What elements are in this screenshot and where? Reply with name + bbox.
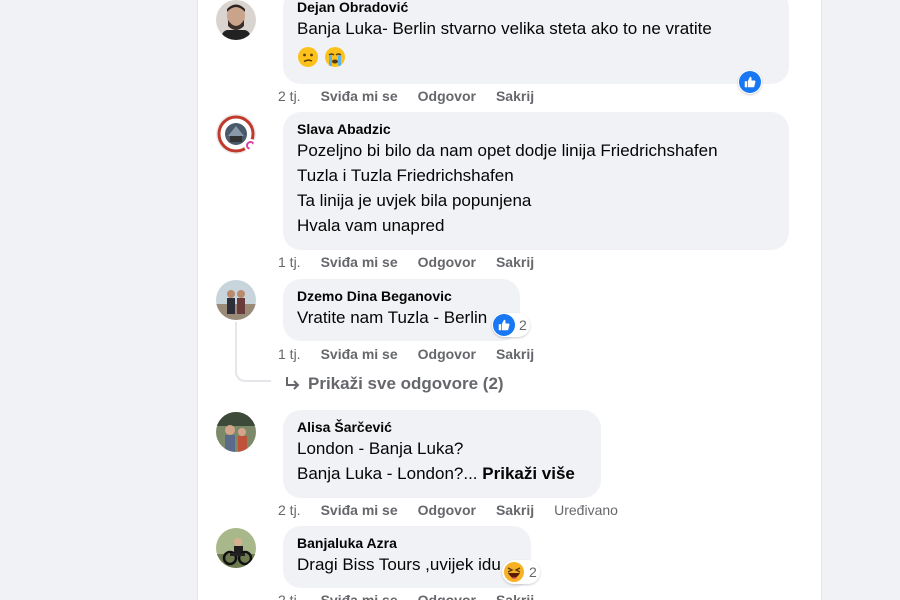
comment-author[interactable]: Slava Abadzic [297,120,775,138]
reaction-badge[interactable]: 2 [492,313,530,337]
avatar[interactable] [216,114,256,154]
comment-bubble: Dejan Obradović Banja Luka- Berlin stvar… [283,0,789,84]
comment-actions: 1 tj. Sviđa mi se Odgovor Sakrij [278,254,554,270]
comment-author[interactable]: Dejan Obradović [297,0,775,16]
comment-text-line: Hvala vam unapred [297,216,445,235]
comment-time[interactable]: 2 tj. [278,88,301,104]
like-button[interactable]: Sviđa mi se [321,88,398,104]
reaction-count: 2 [519,317,527,333]
hide-button[interactable]: Sakrij [496,88,534,104]
comment-author[interactable]: Dzemo Dina Beganovic [297,287,506,305]
edited-label[interactable]: Uređivano [554,502,618,518]
comment-actions: 2 tj. Sviđa mi se Odgovor Sakrij [278,88,554,104]
reply-button[interactable]: Odgovor [418,502,476,518]
comment-actions: 2 tj. Sviđa mi se Odgovor Sakrij [278,592,554,600]
comment-text-truncated: Banja Luka - London?... [297,464,478,483]
like-button[interactable]: Sviđa mi se [321,502,398,518]
show-more-link[interactable]: Prikaži više [482,464,575,483]
comment-actions: 2 tj. Sviđa mi se Odgovor Sakrij Uređiva… [278,502,638,518]
avatar[interactable] [216,412,256,452]
comment-bubble: Slava Abadzic Pozeljno bi bilo da nam op… [283,112,789,250]
comment-text: Banja Luka- Berlin stvarno velika steta … [297,19,712,38]
comment-text-line: Ta linija je uvjek bila popunjena [297,191,532,210]
comment-text-line: Pozeljno bi bilo da nam opet dodje linij… [297,141,718,160]
messenger-badge-icon [244,139,256,152]
comment-time[interactable]: 2 tj. [278,502,301,518]
comment-bubble: Alisa Šarčević London - Banja Luka? Banj… [283,410,601,498]
hide-button[interactable]: Sakrij [496,346,534,362]
like-button[interactable]: Sviđa mi se [321,346,398,362]
hide-button[interactable]: Sakrij [496,502,534,518]
comment-author[interactable]: Banjaluka Azra [297,534,517,552]
avatar[interactable] [216,280,256,320]
reply-thread-line [235,322,271,382]
like-button[interactable]: Sviđa mi se [321,254,398,270]
reply-button[interactable]: Odgovor [418,346,476,362]
comment-emojis [297,43,775,68]
avatar[interactable] [216,0,256,40]
comment-bubble: Dzemo Dina Beganovic Vratite nam Tuzla -… [283,279,520,341]
hide-button[interactable]: Sakrij [496,592,534,600]
reply-button[interactable]: Odgovor [418,88,476,104]
reaction-badge[interactable]: 2 [502,560,540,584]
comment-text-line: Banja Luka - London?... Prikaži više [297,461,587,486]
view-replies-button[interactable]: Prikaži sve odgovore (2) [284,374,504,394]
comment-text-line: London - Banja Luka? [297,439,464,458]
view-replies-label: Prikaži sve odgovore (2) [308,374,504,393]
comment-text: Dragi Biss Tours ,uvijek idu [297,555,501,574]
comment-text: Vratite nam Tuzla - Berlin [297,308,488,327]
crying-face-icon [324,46,345,67]
comment-bubble: Banjaluka Azra Dragi Biss Tours ,uvijek … [283,526,531,588]
comments-panel: Dejan Obradović Banja Luka- Berlin stvar… [197,0,822,600]
haha-icon [503,561,525,583]
like-button[interactable]: Sviđa mi se [321,592,398,600]
comment-time[interactable]: 1 tj. [278,254,301,270]
like-icon [493,314,515,336]
comment-time[interactable]: 2 tj. [278,592,301,600]
avatar[interactable] [216,528,256,568]
hide-button[interactable]: Sakrij [496,254,534,270]
reply-button[interactable]: Odgovor [418,254,476,270]
comment-text-line: Tuzla i Tuzla Friedrichshafen [297,166,514,185]
reply-arrow-icon [286,377,300,390]
like-icon [739,71,761,93]
comment-time[interactable]: 1 tj. [278,346,301,362]
reaction-badge[interactable] [738,70,762,94]
comment-actions: 1 tj. Sviđa mi se Odgovor Sakrij [278,346,554,362]
reaction-count: 2 [529,564,537,580]
comment-author[interactable]: Alisa Šarčević [297,418,587,436]
reply-button[interactable]: Odgovor [418,592,476,600]
confused-face-icon [298,46,318,67]
